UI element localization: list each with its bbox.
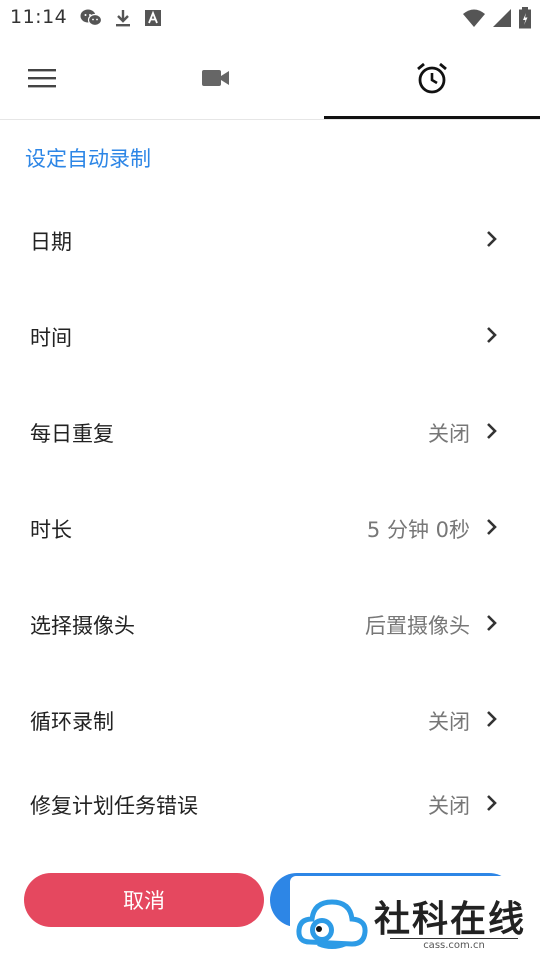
setting-label: 修复计划任务错误 [30, 794, 198, 818]
setting-row-date[interactable]: 日期 [0, 210, 540, 270]
setting-row-time[interactable]: 时间 [0, 306, 540, 366]
video-camera-icon [202, 70, 229, 86]
alarm-clock-icon [417, 62, 447, 94]
font-a-icon [145, 10, 161, 26]
setting-row-daily-repeat[interactable]: 每日重复 关闭 [0, 402, 540, 462]
chevron-right-icon [487, 327, 497, 343]
watermark-url: cass.com.cn [390, 938, 518, 951]
watermark-text: 社科在线 [374, 898, 527, 940]
setting-label: 时间 [30, 326, 72, 350]
setting-label: 循环录制 [30, 710, 114, 734]
wechat-icon [80, 9, 102, 27]
chevron-right-icon [487, 615, 497, 631]
battery-icon [519, 7, 531, 29]
setting-row-duration[interactable]: 时长 5 分钟 0秒 [0, 498, 540, 558]
tab-bar [0, 36, 540, 120]
setting-label: 选择摄像头 [30, 614, 135, 638]
active-tab-indicator [324, 116, 540, 119]
setting-row-fix-schedule-errors[interactable]: 修复计划任务错误 关闭 [0, 774, 540, 834]
status-icons-right [462, 7, 532, 29]
setting-label: 时长 [30, 518, 72, 542]
setting-value: 关闭 [428, 710, 470, 734]
watermark: 社科在线 cass.com.cn [290, 876, 530, 960]
cancel-button[interactable]: 取消 [24, 873, 264, 927]
setting-row-loop-recording[interactable]: 循环录制 关闭 [0, 690, 540, 750]
setting-value: 后置摄像头 [365, 614, 470, 638]
chevron-right-icon [487, 231, 497, 247]
chevron-right-icon [487, 711, 497, 727]
setting-label: 每日重复 [30, 422, 114, 446]
setting-value: 关闭 [428, 794, 470, 818]
wifi-icon [463, 9, 485, 27]
chevron-right-icon [487, 795, 497, 811]
status-bar: 11:14 [0, 0, 540, 36]
section-title: 设定自动录制 [25, 147, 151, 171]
signal-icon [493, 9, 511, 27]
setting-row-camera[interactable]: 选择摄像头 后置摄像头 [0, 594, 540, 654]
status-icons-left [80, 8, 162, 28]
chevron-right-icon [487, 519, 497, 535]
chevron-right-icon [487, 423, 497, 439]
tab-alarm[interactable] [324, 36, 540, 120]
setting-value: 关闭 [428, 422, 470, 446]
cloud-logo-icon [296, 899, 368, 949]
download-icon [116, 10, 130, 27]
setting-label: 日期 [30, 230, 72, 254]
menu-icon[interactable] [27, 67, 57, 89]
status-time: 11:14 [10, 6, 68, 28]
tab-menu[interactable] [0, 36, 84, 120]
tab-camera[interactable] [162, 36, 270, 120]
setting-value: 5 分钟 0秒 [366, 518, 470, 542]
